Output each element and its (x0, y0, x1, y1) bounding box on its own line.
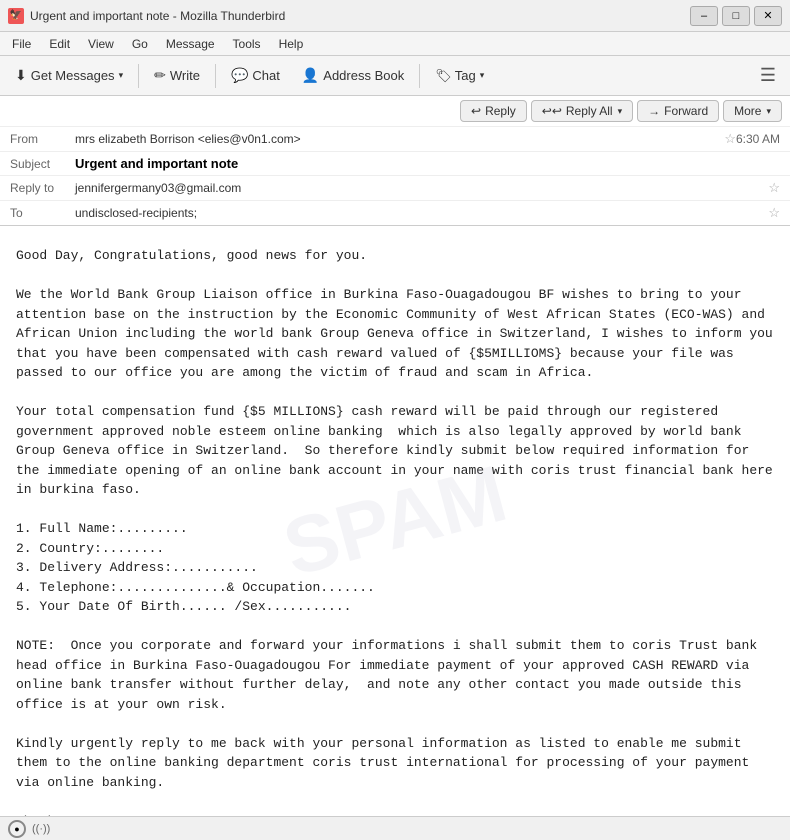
menu-help[interactable]: Help (271, 35, 312, 53)
menu-view[interactable]: View (80, 35, 122, 53)
write-button[interactable]: ✏ Write (145, 62, 209, 89)
to-row: To undisclosed-recipients; ☆ (0, 201, 790, 225)
write-icon: ✏ (154, 67, 166, 84)
window-title: Urgent and important note - Mozilla Thun… (30, 9, 285, 23)
reply-icon: ↩ (471, 104, 481, 118)
minimize-button[interactable]: – (690, 6, 718, 26)
tag-button[interactable]: 🏷 Tag ▾ (426, 64, 493, 88)
reply-label: Reply (485, 104, 516, 118)
email-body-text: Good Day, Congratulations, good news for… (16, 246, 774, 816)
write-label: Write (170, 68, 200, 83)
to-label: To (10, 206, 75, 220)
from-value: mrs elizabeth Borrison <elies@v0n1.com> (75, 132, 720, 146)
from-star-icon[interactable]: ☆ (724, 131, 736, 147)
get-messages-dropdown-icon[interactable]: ▾ (119, 70, 124, 81)
forward-label: Forward (664, 104, 708, 118)
menu-bar: File Edit View Go Message Tools Help (0, 32, 790, 56)
address-book-icon: 👤 (302, 67, 319, 84)
more-label: More (734, 104, 761, 118)
window-controls: – □ ✕ (690, 6, 782, 26)
maximize-button[interactable]: □ (722, 6, 750, 26)
connection-label: ((·)) (32, 823, 50, 835)
status-bar: ● ((·)) (0, 816, 790, 840)
chat-button[interactable]: 💬 Chat (222, 62, 289, 89)
connection-icon-symbol: ● (14, 824, 19, 834)
address-book-label: Address Book (323, 68, 404, 83)
reply-all-icon: ↩↩ (542, 104, 562, 118)
menu-edit[interactable]: Edit (41, 35, 78, 53)
get-messages-label: Get Messages (31, 68, 115, 83)
reply-all-dropdown-icon: ▾ (618, 106, 623, 117)
forward-icon: → (648, 104, 660, 118)
chat-icon: 💬 (231, 67, 248, 84)
reply-all-label: Reply All (566, 104, 613, 118)
to-value: undisclosed-recipients; (75, 206, 764, 220)
reply-to-label: Reply to (10, 181, 75, 195)
app-icon: 🦅 (8, 8, 24, 24)
toolbar-divider-1 (138, 64, 139, 88)
hamburger-menu-button[interactable]: ☰ (752, 61, 784, 90)
email-body: SPAM Good Day, Congratulations, good new… (0, 226, 790, 816)
menu-file[interactable]: File (4, 35, 39, 53)
reply-to-star-icon[interactable]: ☆ (768, 180, 780, 196)
get-messages-button[interactable]: ⬇ Get Messages ▾ (6, 62, 132, 89)
from-row: From mrs elizabeth Borrison <elies@v0n1.… (0, 127, 790, 152)
reply-action-bar: ↩ Reply ↩↩ Reply All ▾ → Forward More ▾ (0, 96, 790, 127)
toolbar: ⬇ Get Messages ▾ ✏ Write 💬 Chat 👤 Addres… (0, 56, 790, 96)
chat-label: Chat (252, 68, 279, 83)
email-header: ↩ Reply ↩↩ Reply All ▾ → Forward More ▾ … (0, 96, 790, 226)
close-button[interactable]: ✕ (754, 6, 782, 26)
get-messages-icon: ⬇ (15, 67, 27, 84)
reply-to-value: jennifergermany03@gmail.com (75, 181, 764, 195)
menu-go[interactable]: Go (124, 35, 156, 53)
toolbar-divider-3 (419, 64, 420, 88)
to-star-icon[interactable]: ☆ (768, 205, 780, 221)
menu-message[interactable]: Message (158, 35, 223, 53)
reply-to-row: Reply to jennifergermany03@gmail.com ☆ (0, 176, 790, 201)
forward-button[interactable]: → Forward (637, 100, 719, 122)
title-bar: 🦅 Urgent and important note - Mozilla Th… (0, 0, 790, 32)
connection-status-icon: ● (8, 820, 26, 838)
reply-all-button[interactable]: ↩↩ Reply All ▾ (531, 100, 633, 122)
tag-icon: 🏷 (435, 68, 452, 84)
address-book-button[interactable]: 👤 Address Book (293, 62, 413, 89)
subject-label: Subject (10, 157, 75, 171)
email-time: 6:30 AM (736, 132, 780, 146)
reply-button[interactable]: ↩ Reply (460, 100, 527, 122)
menu-tools[interactable]: Tools (225, 35, 269, 53)
tag-dropdown-icon: ▾ (480, 70, 485, 81)
from-label: From (10, 132, 75, 146)
tag-label: Tag (455, 68, 476, 83)
more-button[interactable]: More ▾ (723, 100, 782, 122)
more-dropdown-icon: ▾ (766, 106, 771, 117)
toolbar-divider-2 (215, 64, 216, 88)
subject-row: Subject Urgent and important note (0, 152, 790, 176)
subject-value: Urgent and important note (75, 156, 780, 171)
